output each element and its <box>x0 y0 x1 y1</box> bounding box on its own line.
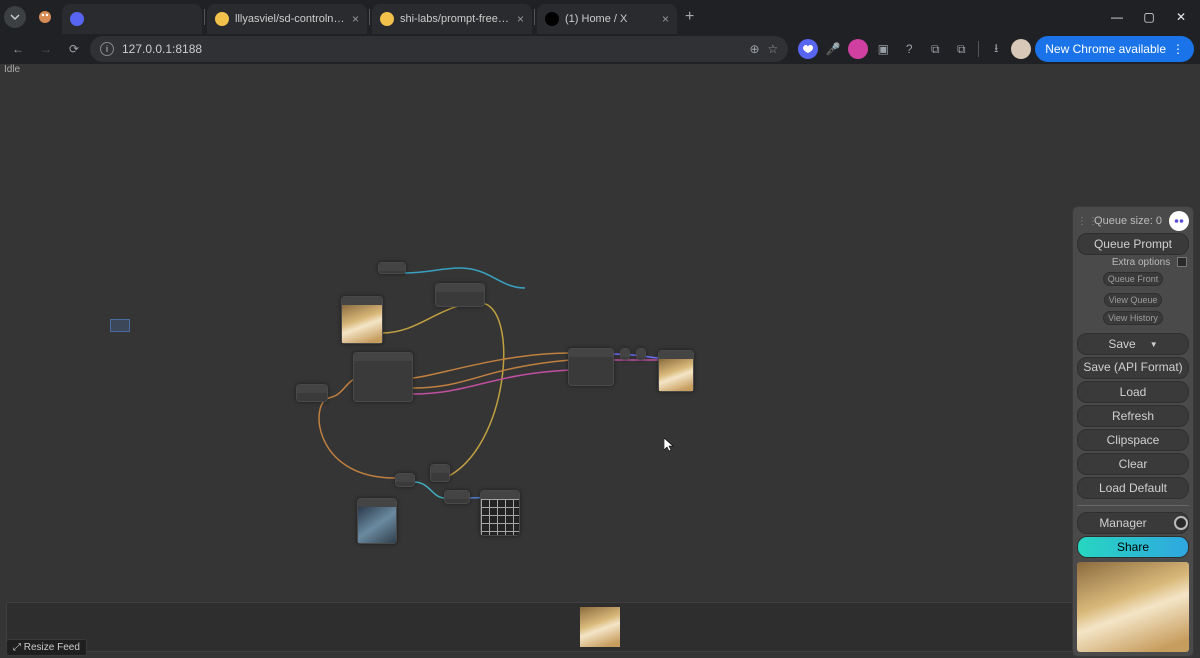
panel-output-image[interactable] <box>1077 562 1189 652</box>
graph-node-image[interactable] <box>480 490 520 536</box>
graph-node[interactable] <box>296 384 328 402</box>
manager-icon <box>1174 516 1188 530</box>
control-panel[interactable]: ⋮⋮ Queue size: 0 Queue Prompt Extra opti… <box>1072 206 1194 657</box>
graph-node[interactable] <box>636 348 646 360</box>
profile-avatar[interactable] <box>1011 39 1031 59</box>
browser-tab-0[interactable] <box>62 4 202 34</box>
maximize-button[interactable]: ▢ <box>1136 4 1162 30</box>
close-icon[interactable]: × <box>517 12 524 26</box>
node-graph-canvas[interactable] <box>0 78 1200 600</box>
panel-drag-handle[interactable]: ⋮⋮ <box>1077 216 1087 227</box>
pip-icon[interactable]: ⧉ <box>950 38 972 60</box>
url-text: 127.0.0.1:8188 <box>122 42 202 56</box>
refresh-button[interactable]: Refresh <box>1077 405 1189 427</box>
graph-node-image[interactable] <box>357 498 397 544</box>
resize-feed-button[interactable]: ⤢ Resize Feed <box>6 639 87 656</box>
chrome-update-button[interactable]: New Chrome available ⋮ <box>1035 36 1194 62</box>
tab-title: lllyasviel/sd-controlnet-s… <box>235 13 346 25</box>
reload-button[interactable]: ⟳ <box>62 37 86 61</box>
view-queue-button[interactable]: View Queue <box>1104 293 1163 307</box>
browser-tab-1[interactable]: lllyasviel/sd-controlnet-s… × <box>207 4 367 34</box>
queue-prompt-button[interactable]: Queue Prompt <box>1077 233 1189 255</box>
extra-options-checkbox[interactable] <box>1177 257 1187 267</box>
extra-options-row: Extra options <box>1077 257 1187 268</box>
separator <box>978 41 979 57</box>
graph-node[interactable] <box>430 464 450 482</box>
save-button[interactable]: Save▼ <box>1077 333 1189 355</box>
selection-box[interactable] <box>110 319 130 332</box>
graph-node[interactable] <box>435 283 485 307</box>
feed-bar[interactable] <box>6 602 1194 652</box>
close-icon[interactable]: × <box>662 12 669 26</box>
browser-tab-3[interactable]: (1) Home / X × <box>537 4 677 34</box>
graph-node[interactable] <box>444 490 470 504</box>
chrome-update-label: New Chrome available <box>1045 42 1166 56</box>
new-tab-button[interactable]: + <box>685 8 694 26</box>
resize-feed-label: ⤢ Resize Feed <box>13 642 80 653</box>
downloads-icon[interactable]: ⭳ <box>985 38 1007 60</box>
queue-front-button[interactable]: Queue Front <box>1103 272 1164 286</box>
close-button[interactable]: ✕ <box>1168 4 1194 30</box>
favicon-icon <box>70 12 84 26</box>
tab-title: shi-labs/prompt-free-diffu… <box>400 13 511 25</box>
favicon-icon <box>380 12 394 26</box>
forward-button[interactable]: → <box>34 37 58 61</box>
comfyui-logo-icon <box>1169 211 1189 231</box>
share-button[interactable]: Share <box>1077 536 1189 558</box>
cursor-icon <box>664 438 674 452</box>
url-input[interactable]: i 127.0.0.1:8188 ⊕ ☆ <box>90 36 788 62</box>
tab-separator <box>369 9 370 25</box>
bookmark-icon[interactable]: ☆ <box>768 42 779 56</box>
graph-node[interactable] <box>395 473 415 487</box>
load-button[interactable]: Load <box>1077 381 1189 403</box>
graph-node[interactable] <box>353 352 413 402</box>
tab-separator <box>534 9 535 25</box>
graph-node[interactable] <box>378 262 406 274</box>
tab-title: (1) Home / X <box>565 13 656 25</box>
browser-tab-2[interactable]: shi-labs/prompt-free-diffu… × <box>372 4 532 34</box>
mic-icon[interactable]: 🎤 <box>822 38 844 60</box>
clipspace-button[interactable]: Clipspace <box>1077 429 1189 451</box>
node-wires <box>0 78 1200 600</box>
app-viewport: Idle <box>0 64 1200 658</box>
tab-separator <box>204 9 205 25</box>
status-text: Idle <box>4 64 20 75</box>
graph-node[interactable] <box>620 348 630 360</box>
graph-node-image[interactable] <box>341 296 383 344</box>
window-controls: — ▢ ✕ <box>1104 4 1200 30</box>
feed-thumbnail[interactable] <box>580 607 620 647</box>
save-api-button[interactable]: Save (API Format) <box>1077 357 1189 379</box>
view-history-button[interactable]: View History <box>1103 311 1163 325</box>
load-default-button[interactable]: Load Default <box>1077 477 1189 499</box>
queue-size-label: Queue size: 0 <box>1094 215 1162 227</box>
favicon-icon <box>215 12 229 26</box>
help-icon[interactable]: ? <box>898 38 920 60</box>
favicon-icon <box>545 12 559 26</box>
menu-icon: ⋮ <box>1172 42 1184 56</box>
tab-search-button[interactable] <box>4 6 26 28</box>
graph-node[interactable] <box>568 348 614 386</box>
extensions-icon[interactable]: ⧉ <box>924 38 946 60</box>
panel-divider <box>1077 505 1189 506</box>
browser-titlebar: lllyasviel/sd-controlnet-s… × shi-labs/p… <box>0 0 1200 34</box>
app-icon <box>34 6 56 28</box>
back-button[interactable]: ← <box>6 37 30 61</box>
extension-icon[interactable] <box>798 39 818 59</box>
manager-button[interactable]: Manager <box>1077 512 1189 534</box>
clear-button[interactable]: Clear <box>1077 453 1189 475</box>
address-bar: ← → ⟳ i 127.0.0.1:8188 ⊕ ☆ 🎤 ▣ ? ⧉ ⧉ ⭳ N… <box>0 34 1200 64</box>
zoom-icon[interactable]: ⊕ <box>749 42 759 56</box>
dropdown-icon: ▼ <box>1150 340 1158 349</box>
close-icon[interactable]: × <box>352 12 359 26</box>
minimize-button[interactable]: — <box>1104 4 1130 30</box>
extension-icon[interactable] <box>848 39 868 59</box>
screenshot-icon[interactable]: ▣ <box>872 38 894 60</box>
graph-node-preview[interactable] <box>658 350 694 392</box>
site-info-icon[interactable]: i <box>100 42 114 56</box>
